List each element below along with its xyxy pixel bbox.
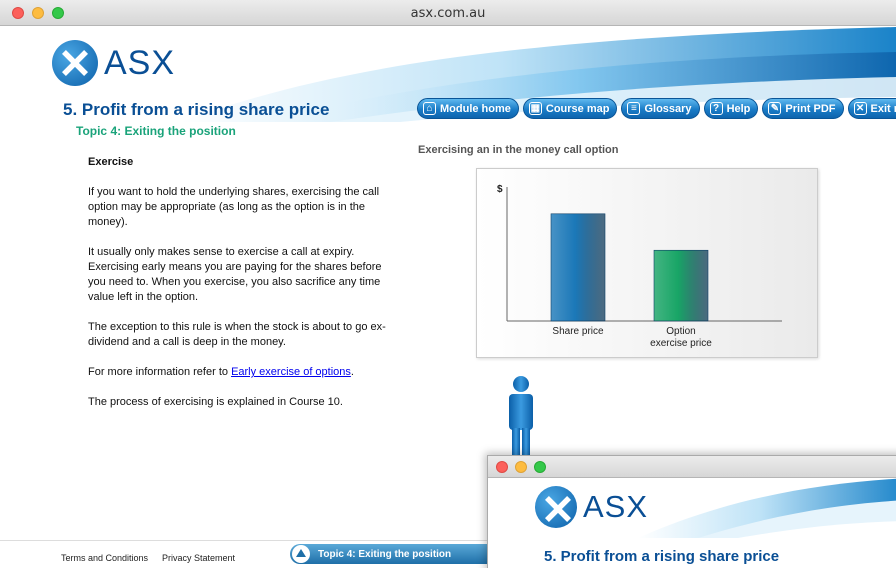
browser-window: asx.com.au ASX 5. Profit from a rising s…: [0, 0, 896, 568]
asx-logo-icon: [52, 40, 98, 86]
bar-0: [550, 213, 606, 322]
privacy-link[interactable]: Privacy Statement: [162, 553, 235, 563]
exit-module-label: Exit module: [870, 102, 896, 115]
topic-navigator-label: Topic 4: Exiting the position: [318, 548, 452, 560]
topic-navigator[interactable]: Topic 4: Exiting the position: [290, 544, 490, 564]
module-nav: ⌂ Module home ▦ Course map ≡ Glossary ? …: [417, 98, 896, 119]
second-browser-window: ASX 5. Profit from a rising share price: [487, 455, 896, 568]
page-title: 5. Profit from a rising share price: [63, 100, 330, 119]
glossary-label: Glossary: [644, 102, 692, 115]
second-title-bar: [488, 456, 896, 478]
print-pdf-label: Print PDF: [785, 102, 836, 115]
x-tick-label-0: Share price: [552, 326, 604, 337]
help-label: Help: [726, 102, 751, 115]
question-icon: ?: [709, 102, 723, 115]
title-bar: asx.com.au: [0, 0, 896, 26]
lesson-content: Exercise If you want to hold the underly…: [88, 155, 393, 425]
terms-link[interactable]: Terms and Conditions: [61, 553, 148, 563]
paragraph-3: The exception to this rule is when the s…: [88, 321, 386, 348]
list-icon: ≡: [627, 102, 641, 115]
second-asx-logo[interactable]: ASX: [535, 486, 648, 528]
paragraph-4-prefix: For more information refer to: [88, 366, 232, 378]
home-icon: ⌂: [423, 102, 436, 115]
second-page-title: 5. Profit from a rising share price: [544, 548, 780, 565]
paragraph-2: It usually only makes sense to exercise …: [88, 246, 382, 303]
x-tick-label-1: Option exercise price: [650, 326, 712, 349]
second-asx-logo-text: ASX: [583, 489, 649, 524]
course-map-label: Course map: [545, 102, 610, 115]
print-pdf-button[interactable]: ✎ Print PDF: [762, 98, 844, 119]
glossary-button[interactable]: ≡ Glossary: [621, 98, 700, 119]
chart-caption: Exercising an in the money call option: [418, 144, 619, 156]
window-title: asx.com.au: [410, 6, 486, 21]
y-axis-label: $: [497, 184, 503, 195]
module-home-label: Module home: [440, 102, 511, 115]
second-close-window-button[interactable]: [496, 461, 508, 473]
paragraph-1: If you want to hold the underlying share…: [88, 186, 380, 228]
module-home-button[interactable]: ⌂ Module home: [417, 98, 519, 119]
topic-subtitle: Topic 4: Exiting the position: [76, 124, 236, 138]
exit-module-button[interactable]: ✕ Exit module: [847, 98, 896, 119]
arrow-up-icon: [292, 545, 310, 563]
course-map-button[interactable]: ▦ Course map: [522, 98, 618, 119]
paragraph-4-suffix: .: [350, 366, 354, 378]
second-asx-logo-icon: [535, 486, 577, 528]
person-figure-icon: [509, 376, 533, 466]
second-zoom-window-button[interactable]: [534, 461, 546, 473]
second-minimize-window-button[interactable]: [515, 461, 527, 473]
paragraph-4: For more information refer to Early exer…: [88, 365, 393, 380]
help-button[interactable]: ? Help: [703, 98, 759, 119]
bar-chart: $ Share price Option exercise price: [497, 184, 782, 349]
close-icon: ✕: [853, 102, 867, 115]
asx-logo-text: ASX: [104, 43, 176, 82]
map-icon: ▦: [528, 102, 542, 115]
asx-logo[interactable]: ASX: [52, 40, 175, 86]
early-exercise-link[interactable]: Early exercise of options: [231, 366, 351, 378]
chart-panel: $ Share price Option exercise price: [476, 168, 818, 358]
bar-1: [653, 249, 709, 322]
paragraph-5: The process of exercising is explained i…: [88, 396, 343, 408]
pdf-icon: ✎: [768, 102, 782, 115]
section-heading: Exercise: [88, 156, 134, 168]
